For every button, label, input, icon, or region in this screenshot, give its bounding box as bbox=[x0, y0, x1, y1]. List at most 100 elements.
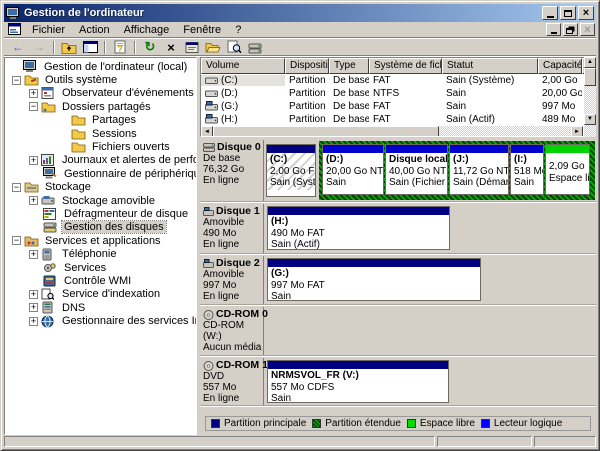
partition-disque-local[interactable]: Disque local 40,00 Go NTFS Sain (Fichier… bbox=[385, 144, 448, 195]
volume-v[interactable]: NRMSVOL_FR (V:) 557 Mo CDFS Sain bbox=[267, 360, 449, 403]
tree-label: Services bbox=[62, 262, 108, 274]
partition-j[interactable]: (J:) 11,72 Go NTF Sain (Démarr bbox=[449, 144, 509, 195]
collapse-icon[interactable] bbox=[12, 236, 21, 245]
column-header-capacite[interactable]: Capacité bbox=[538, 58, 582, 74]
status-bar bbox=[4, 436, 596, 447]
sidebar-item-partages[interactable]: Partages bbox=[5, 114, 196, 127]
expand-icon[interactable] bbox=[29, 156, 38, 165]
collapse-icon[interactable] bbox=[29, 102, 38, 111]
volume-row-g[interactable]: (G:) Partition De base FAT Sain 997 Mo bbox=[201, 100, 595, 113]
menu-help[interactable]: ? bbox=[228, 23, 248, 37]
cdrom0-label[interactable]: CD-ROM 0 CD-ROM (W:) Aucun média bbox=[200, 307, 264, 355]
hdd-icon bbox=[205, 89, 218, 98]
child-close-button[interactable]: × bbox=[580, 23, 595, 36]
cell-status: Sain (Système) bbox=[442, 75, 538, 86]
partition-status: Sain (Actif) bbox=[271, 239, 446, 250]
sidebar-item-dns[interactable]: DNS bbox=[5, 301, 196, 314]
child-restore-button[interactable] bbox=[563, 23, 578, 36]
menu-fichier[interactable]: Fichier bbox=[25, 23, 72, 37]
folder-icon bbox=[71, 114, 87, 127]
cdrom1-label[interactable]: CD-ROM 1 DVD 557 Mo En ligne bbox=[200, 358, 264, 405]
back-button[interactable]: ← bbox=[8, 40, 28, 55]
maximize-button[interactable] bbox=[560, 6, 576, 20]
sidebar-item-stockage-amovible[interactable]: Stockage amovible bbox=[5, 194, 196, 207]
open-folder-button[interactable] bbox=[203, 40, 223, 55]
sidebar-item-outils-systeme[interactable]: Outils système bbox=[5, 73, 196, 86]
sidebar-item-fichiers-ouverts[interactable]: Fichiers ouverts bbox=[5, 140, 196, 153]
scrollbar-thumb[interactable] bbox=[213, 126, 439, 137]
volume-row-c[interactable]: (C:) Partition De base FAT Sain (Système… bbox=[201, 74, 595, 87]
sidebar-item-service-indexation[interactable]: Service d'indexation bbox=[5, 288, 196, 301]
volume-row-d[interactable]: (D:) Partition De base NTFS Sain 20,00 G… bbox=[201, 87, 595, 100]
partition-h[interactable]: (H:) 490 Mo FAT Sain (Actif) bbox=[267, 206, 450, 250]
up-folder-button[interactable] bbox=[59, 40, 79, 55]
partition-g[interactable]: (G:) 997 Mo FAT Sain bbox=[267, 258, 481, 301]
partition-c[interactable]: (C:) 2,00 Go F Sain (Syst bbox=[266, 144, 316, 197]
expand-icon[interactable] bbox=[29, 290, 38, 299]
disk0-track: (C:) 2,00 Go F Sain (Syst (D:) 20,00 Go … bbox=[264, 140, 596, 201]
delete-button[interactable]: × bbox=[161, 40, 181, 55]
expand-icon[interactable] bbox=[29, 303, 38, 312]
disk2-label[interactable]: Disque 2 Amovible 997 Mo En ligne bbox=[200, 256, 264, 304]
partition-d[interactable]: (D:) 20,00 Go NTF Sain bbox=[322, 144, 384, 195]
sidebar-item-computer-management[interactable]: Gestion de l'ordinateur (local) bbox=[5, 60, 196, 73]
sidebar-item-observateur-evenements[interactable]: Observateur d'événements bbox=[5, 87, 196, 100]
horizontal-scrollbar[interactable]: ◄ ► bbox=[201, 126, 583, 137]
free-space-region[interactable]: 2,09 Go Espace lib bbox=[545, 144, 590, 195]
scroll-right-icon[interactable]: ► bbox=[571, 126, 583, 137]
scroll-down-icon[interactable]: ▼ bbox=[584, 114, 596, 125]
sidebar-item-gestion-des-disques[interactable]: Gestion des disques bbox=[5, 221, 196, 234]
expand-icon[interactable] bbox=[29, 196, 38, 205]
sidebar-item-iis[interactable]: Gestionnaire des services Internet (IIS) bbox=[5, 314, 196, 327]
disk0-label[interactable]: Disque 0 De base 76,32 Go En ligne bbox=[200, 140, 264, 201]
refresh-button[interactable]: ↻ bbox=[140, 40, 160, 55]
disk1-label[interactable]: Disque 1 Amovible 490 Mo En ligne bbox=[200, 204, 264, 253]
sidebar-item-services[interactable]: Services bbox=[5, 261, 196, 274]
close-button[interactable]: × bbox=[578, 6, 594, 20]
find-button[interactable] bbox=[224, 40, 244, 55]
sidebar-item-gestionnaire-peripheriques[interactable]: Gestionnaire de périphériques bbox=[5, 167, 196, 180]
vertical-scrollbar[interactable]: ▲ ▼ bbox=[584, 57, 596, 137]
sidebar-item-journaux-alertes[interactable]: Journaux et alertes de performance bbox=[5, 154, 196, 167]
sidebar-item-stockage[interactable]: Stockage bbox=[5, 181, 196, 194]
collapse-icon[interactable] bbox=[12, 183, 21, 192]
properties-button[interactable] bbox=[182, 40, 202, 55]
extended-partition[interactable]: (D:) 20,00 Go NTF Sain Disque local 40,0… bbox=[319, 141, 595, 200]
window-title: Gestion de l'ordinateur bbox=[24, 7, 540, 19]
title-bar[interactable]: Gestion de l'ordinateur × bbox=[4, 4, 596, 22]
minimize-button[interactable] bbox=[542, 6, 558, 20]
menu-affichage[interactable]: Affichage bbox=[117, 23, 177, 37]
column-header-fs[interactable]: Système de fichiers bbox=[369, 58, 442, 74]
show-hide-tree-button[interactable] bbox=[80, 40, 100, 55]
cell-disposition: Partition bbox=[285, 75, 329, 86]
menu-action[interactable]: Action bbox=[72, 23, 117, 37]
expand-icon[interactable] bbox=[29, 317, 38, 326]
console-window-icon[interactable] bbox=[8, 23, 22, 36]
column-header-statut[interactable]: Statut bbox=[442, 58, 538, 74]
sidebar-item-dossiers-partages[interactable]: Dossiers partagés bbox=[5, 100, 196, 113]
menu-fenetre[interactable]: Fenêtre bbox=[176, 23, 228, 37]
expand-icon[interactable] bbox=[29, 89, 38, 98]
column-header-disposition[interactable]: Disposition bbox=[285, 58, 329, 74]
sidebar-item-telephonie[interactable]: Téléphonie bbox=[5, 247, 196, 260]
sidebar-item-services-applications[interactable]: Services et applications bbox=[5, 234, 196, 247]
column-header-volume[interactable]: Volume bbox=[201, 58, 285, 74]
sidebar-item-controle-wmi[interactable]: Contrôle WMI bbox=[5, 274, 196, 287]
forward-button[interactable]: → bbox=[29, 40, 49, 55]
column-header-type[interactable]: Type bbox=[329, 58, 369, 74]
help-doc-button[interactable]: ? bbox=[110, 40, 130, 55]
expand-icon[interactable] bbox=[29, 250, 38, 259]
disk-tool-button[interactable] bbox=[245, 40, 265, 55]
computer-management-window: Gestion de l'ordinateur × Fichier Action… bbox=[0, 0, 600, 451]
sidebar-item-defragmenteur[interactable]: Défragmenteur de disque bbox=[5, 207, 196, 220]
scroll-up-icon[interactable]: ▲ bbox=[584, 57, 596, 68]
volume-row-h[interactable]: (H:) Partition De base FAT Sain (Actif) … bbox=[201, 113, 595, 126]
drive-size: 557 Mo bbox=[203, 382, 262, 393]
disk0-row: Disque 0 De base 76,32 Go En ligne (C:) … bbox=[200, 140, 596, 202]
collapse-icon[interactable] bbox=[12, 76, 21, 85]
partition-i[interactable]: (I:) 518 Mo Sain bbox=[510, 144, 544, 195]
child-minimize-button[interactable] bbox=[546, 23, 561, 36]
scroll-left-icon[interactable]: ◄ bbox=[201, 126, 213, 137]
scrollbar-thumb[interactable] bbox=[584, 68, 596, 86]
sidebar-item-sessions[interactable]: Sessions bbox=[5, 127, 196, 140]
